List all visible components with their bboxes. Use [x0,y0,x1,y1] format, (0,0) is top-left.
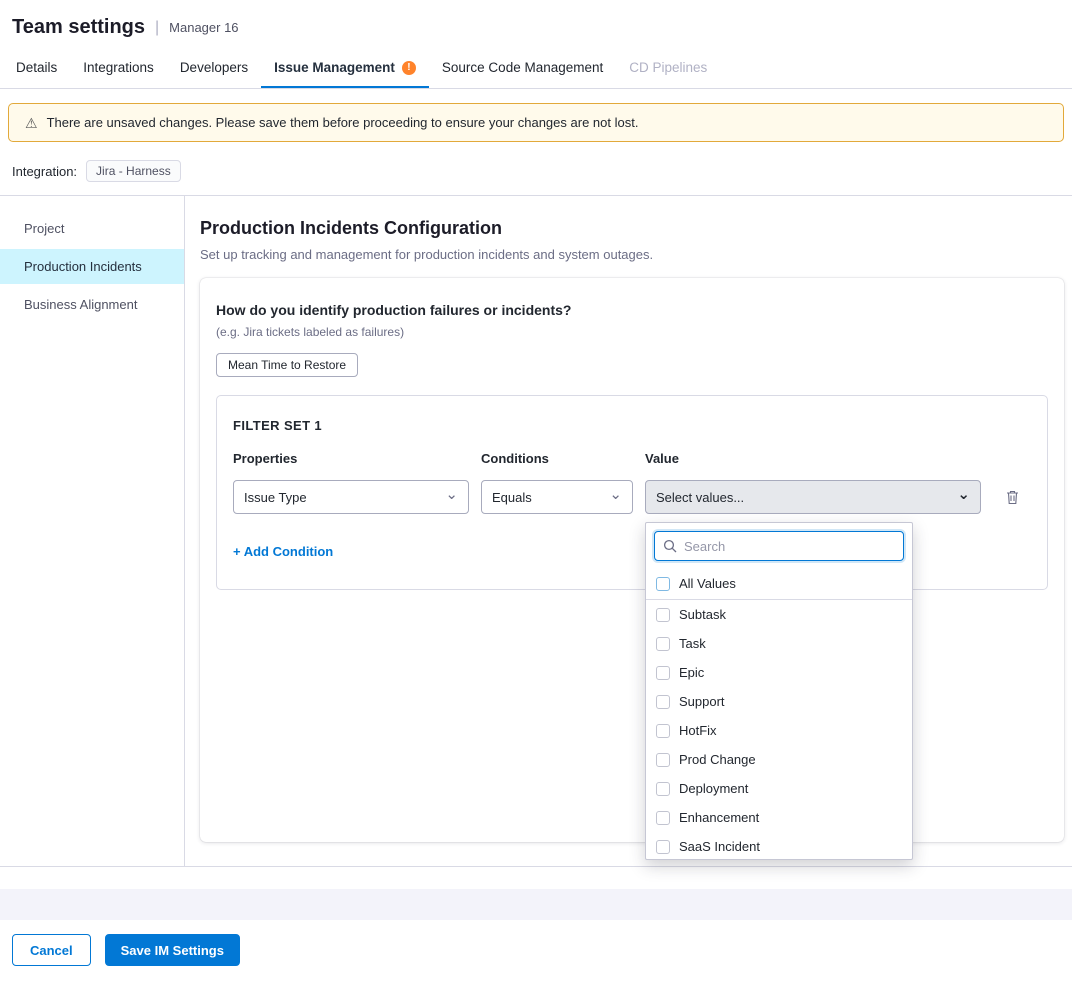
checkbox-hotfix[interactable] [656,724,670,738]
integration-row: Integration: Jira - Harness [0,152,1072,196]
column-conditions: Conditions [481,451,633,466]
settings-sidebar: Project Production Incidents Business Al… [0,196,185,866]
tab-issue-management-label: Issue Management [274,60,395,75]
page-title: Team settings [12,16,145,39]
chevron-down-icon: ⌄ [609,487,622,502]
delete-filter-row-button[interactable] [1001,485,1024,509]
value-multiselect-placeholder: Select values... [656,490,744,505]
option-saas-incident[interactable]: SaaS Incident [646,832,912,860]
sidebar-item-project-label: Project [24,221,64,236]
save-im-settings-button[interactable]: Save IM Settings [105,934,240,966]
tab-issue-management[interactable]: Issue Management ! [261,49,429,88]
section-subtitle: Set up tracking and management for produ… [200,247,1064,262]
chevron-down-icon: ⌄ [957,487,970,502]
option-enhancement[interactable]: Enhancement [646,803,912,832]
incident-question: How do you identify production failures … [216,302,1048,318]
option-all-values[interactable]: All Values [646,568,912,600]
dropdown-search-row [646,523,912,568]
option-task-label: Task [679,636,706,651]
tab-cd-pipelines: CD Pipelines [616,49,720,88]
option-hotfix[interactable]: HotFix [646,716,912,745]
checkbox-subtask[interactable] [656,608,670,622]
footer-divider-band [0,889,1072,920]
tab-source-code-management[interactable]: Source Code Management [429,49,616,88]
option-epic[interactable]: Epic [646,658,912,687]
checkbox-all-values[interactable] [656,577,670,591]
filter-column-headers: Properties Conditions Value [233,451,1031,466]
option-deployment[interactable]: Deployment [646,774,912,803]
page-header: Team settings | Manager 16 [0,0,1072,49]
option-prod-change-label: Prod Change [679,752,756,767]
options-list: Subtask Task Epic [646,600,912,860]
footer-actions: Cancel Save IM Settings [0,920,1072,982]
integration-chip: Jira - Harness [86,160,181,182]
search-icon [663,539,677,553]
warning-triangle-icon: ⚠ [25,116,38,130]
filter-set-1: FILTER SET 1 Properties Conditions Value… [216,395,1048,590]
sidebar-item-production-incidents-label: Production Incidents [24,259,142,274]
tab-details-label: Details [16,60,57,75]
option-saas-incident-label: SaaS Incident [679,839,760,854]
trash-icon [1005,489,1020,505]
option-hotfix-label: HotFix [679,723,717,738]
unsaved-changes-banner: ⚠ There are unsaved changes. Please save… [8,103,1064,142]
chevron-down-icon: ⌄ [445,487,458,502]
option-prod-change[interactable]: Prod Change [646,745,912,774]
column-properties: Properties [233,451,469,466]
checkbox-prod-change[interactable] [656,753,670,767]
property-select[interactable]: Issue Type ⌄ [233,480,469,514]
title-divider: | [155,19,159,37]
tab-developers[interactable]: Developers [167,49,261,88]
section-title: Production Incidents Configuration [200,218,1064,239]
checkbox-deployment[interactable] [656,782,670,796]
team-name: Manager 16 [169,20,238,35]
column-value: Value [645,451,981,466]
option-all-values-label: All Values [679,576,736,591]
unsaved-changes-badge-icon: ! [402,61,416,75]
main-panel: Production Incidents Configuration Set u… [185,196,1072,866]
tab-developers-label: Developers [180,60,248,75]
checkbox-saas-incident[interactable] [656,840,670,854]
option-support[interactable]: Support [646,687,912,716]
sidebar-item-production-incidents[interactable]: Production Incidents [0,249,184,284]
content-area: Project Production Incidents Business Al… [0,196,1072,867]
tab-integrations[interactable]: Integrations [70,49,167,88]
filter-set-title: FILTER SET 1 [233,418,1031,433]
add-condition-button[interactable]: + Add Condition [233,544,333,559]
option-enhancement-label: Enhancement [679,810,759,825]
sidebar-item-business-alignment[interactable]: Business Alignment [0,287,184,322]
checkbox-task[interactable] [656,637,670,651]
incident-question-hint: (e.g. Jira tickets labeled as failures) [216,325,1048,339]
tab-details[interactable]: Details [12,49,70,88]
option-deployment-label: Deployment [679,781,748,796]
tab-cd-pipelines-label: CD Pipelines [629,60,707,75]
sidebar-item-project[interactable]: Project [0,211,184,246]
configuration-card: How do you identify production failures … [200,278,1064,842]
warning-text: There are unsaved changes. Please save t… [47,115,639,130]
condition-select-value: Equals [492,490,532,505]
tab-integrations-label: Integrations [83,60,154,75]
integration-label: Integration: [12,164,77,179]
tab-bar: Details Integrations Developers Issue Ma… [0,49,1072,89]
value-cell: Select values... ⌄ [645,480,981,514]
property-select-value: Issue Type [244,490,307,505]
option-epic-label: Epic [679,665,704,680]
dropdown-search-input[interactable] [684,539,895,554]
option-task[interactable]: Task [646,629,912,658]
option-subtask-label: Subtask [679,607,726,622]
tab-source-code-management-label: Source Code Management [442,60,603,75]
filter-row: Issue Type ⌄ Equals ⌄ Select values... ⌄ [233,480,1031,514]
sidebar-item-business-alignment-label: Business Alignment [24,297,137,312]
value-multiselect[interactable]: Select values... ⌄ [645,480,981,514]
checkbox-enhancement[interactable] [656,811,670,825]
cancel-button[interactable]: Cancel [12,934,91,966]
option-support-label: Support [679,694,725,709]
checkbox-support[interactable] [656,695,670,709]
dropdown-search-box [654,531,904,561]
checkbox-epic[interactable] [656,666,670,680]
option-subtask[interactable]: Subtask [646,600,912,629]
condition-select[interactable]: Equals ⌄ [481,480,633,514]
value-dropdown-panel: All Values Subtask Task [645,522,913,860]
metric-chip-mttr[interactable]: Mean Time to Restore [216,353,358,377]
